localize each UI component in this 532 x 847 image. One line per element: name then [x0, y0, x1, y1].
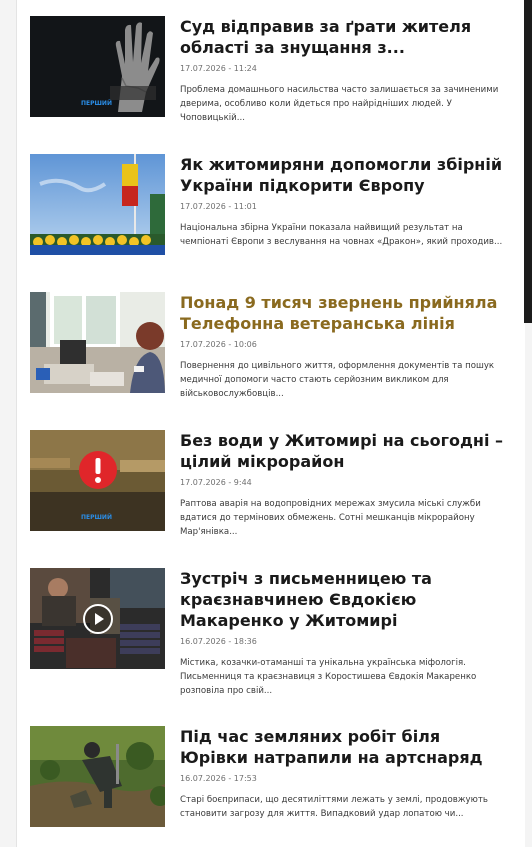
news-excerpt: Повернення до цивільного життя, оформлен…: [180, 361, 495, 399]
news-excerpt: Старі боєприпаси, що десятиліттями лежат…: [180, 795, 488, 819]
news-date: 17.07.2026 - 11:24: [180, 64, 257, 73]
news-excerpt: Містика, козачки-отаманші та унікальна у…: [180, 658, 477, 696]
news-title[interactable]: Під час земляних робіт біля Юрівки натра…: [180, 726, 510, 768]
news-title[interactable]: Суд відправив за ґрати жителя області за…: [180, 16, 510, 58]
news-thumbnail[interactable]: [30, 726, 165, 827]
news-thumbnail[interactable]: ПЕРШИЙ: [30, 16, 165, 117]
news-title[interactable]: Без води у Житомирі на сьогодні – цілий …: [180, 430, 510, 472]
news-date: 17.07.2026 - 11:01: [180, 202, 257, 211]
news-thumbnail[interactable]: ПЕРШИЙ: [30, 430, 165, 531]
channel-logo: ПЕРШИЙ: [81, 100, 112, 107]
news-title[interactable]: Понад 9 тисяч звернень прийняла Телефонн…: [180, 292, 510, 334]
news-excerpt: Раптова аварія на водопровідних мережах …: [180, 499, 481, 537]
news-item[interactable]: Понад 9 тисяч звернень прийняла Телефонн…: [30, 292, 510, 399]
news-item[interactable]: Під час земляних робіт біля Юрівки натра…: [30, 726, 510, 830]
alert-icon: [79, 451, 117, 489]
news-thumbnail[interactable]: [30, 292, 165, 393]
channel-logo: ПЕРШИЙ: [81, 514, 112, 521]
news-item[interactable]: Як житомиряни допомогли збірній України …: [30, 154, 510, 258]
office-photo-icon: [30, 292, 165, 393]
news-item[interactable]: Зустріч з письменницею та краєзнавчинею …: [30, 568, 510, 696]
news-date: 16.07.2026 - 18:36: [180, 637, 257, 646]
sapper-photo-icon: [30, 726, 165, 827]
news-title[interactable]: Зустріч з письменницею та краєзнавчинею …: [180, 568, 510, 631]
news-excerpt: Національна збірна України показала найв…: [180, 223, 503, 247]
adjacent-dark-panel: [524, 0, 532, 323]
news-date: 17.07.2026 - 10:06: [180, 340, 257, 349]
news-title[interactable]: Як житомиряни допомогли збірній України …: [180, 154, 510, 196]
play-video-icon[interactable]: [82, 603, 114, 635]
news-item[interactable]: ПЕРШИЙ Без води у Житомирі на сьогодні –…: [30, 430, 510, 537]
news-thumbnail[interactable]: [30, 154, 165, 255]
news-thumbnail[interactable]: [30, 568, 165, 669]
news-feed-panel: [16, 0, 525, 847]
news-date: 16.07.2026 - 17:53: [180, 774, 257, 783]
news-date: 17.07.2026 - 9:44: [180, 478, 252, 487]
news-item[interactable]: ПЕРШИЙ Суд відправив за ґрати жителя обл…: [30, 16, 510, 123]
news-excerpt: Проблема домашнього насильства часто зал…: [180, 85, 499, 123]
team-flag-photo-icon: [30, 154, 165, 255]
